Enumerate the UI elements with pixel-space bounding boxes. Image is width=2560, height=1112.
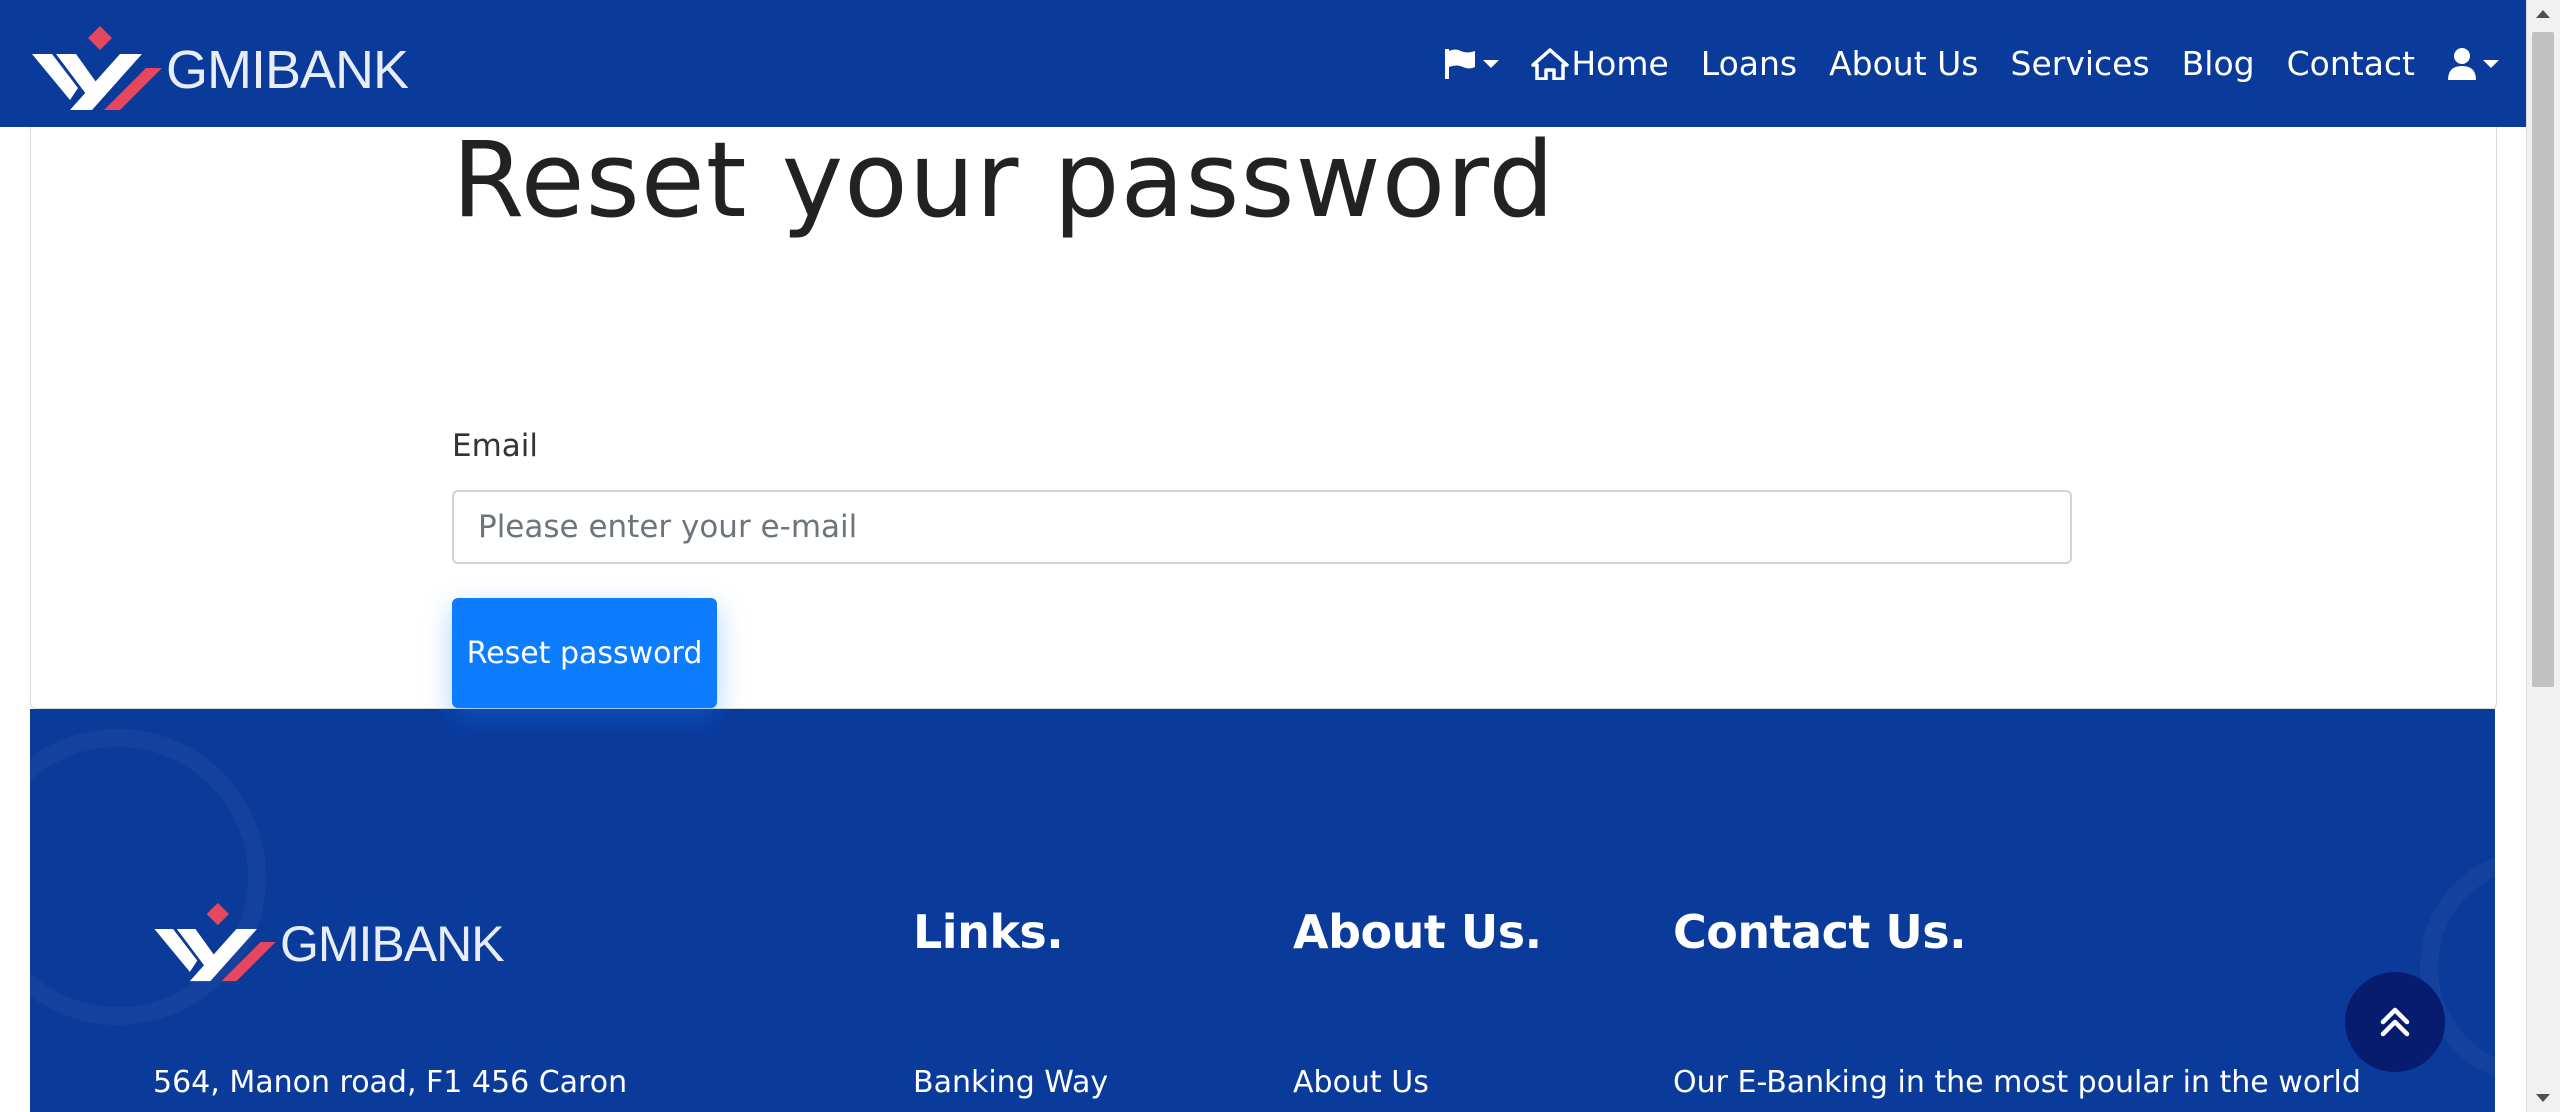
email-field[interactable] [452,490,2072,564]
page-scrollbar[interactable] [2526,0,2560,1112]
chevron-down-icon [1483,59,1500,68]
main-nav: Home Loans About Us Services Blog Contac… [1411,0,2499,127]
page-title: Reset your password [452,119,1556,241]
scroll-down-arrow-icon[interactable] [2536,1094,2550,1102]
footer-links-heading: Links. [913,905,1064,959]
footer: GMIBANK 564, Manon road, F1 456 Caron Li… [30,709,2495,1112]
brand-name: GMIBANK [166,40,409,100]
home-icon [1531,47,1570,80]
double-chevron-up-icon [2380,1007,2410,1037]
scroll-up-arrow-icon[interactable] [2536,10,2550,18]
reset-password-button[interactable]: Reset password [452,598,717,708]
footer-about-heading: About Us. [1293,905,1542,959]
footer-contact-text: Our E-Banking in the most poular in the … [1673,1065,2361,1100]
nav-services[interactable]: Services [2011,44,2150,83]
scroll-to-top-button[interactable] [2345,972,2445,1072]
email-label: Email [452,428,539,464]
flag-icon [1445,48,1476,79]
scrollbar-thumb[interactable] [2532,32,2554,687]
language-dropdown[interactable] [1443,47,1500,81]
gmibank-logo-icon [32,26,162,110]
gmibank-logo-icon [154,902,276,982]
nav-loans[interactable]: Loans [1701,44,1797,83]
footer-link-banking-way[interactable]: Banking Way [913,1065,1108,1100]
account-dropdown[interactable] [2447,47,2499,81]
user-icon [2448,47,2476,80]
nav-blog[interactable]: Blog [2182,44,2255,83]
top-navbar: GMIBANK Home Loans About Us Services Blo… [0,0,2527,127]
footer-contact-heading: Contact Us. [1673,905,1967,959]
nav-contact[interactable]: Contact [2287,44,2415,83]
nav-home[interactable]: Home [1531,44,1669,83]
footer-link-about-us[interactable]: About Us [1293,1065,1429,1100]
footer-brand-logo[interactable]: GMIBANK [152,901,505,983]
nav-about-us[interactable]: About Us [1829,44,1978,83]
nav-home-label: Home [1571,44,1669,83]
chevron-down-icon [2483,59,2499,68]
footer-address: 564, Manon road, F1 456 Caron [153,1065,628,1100]
brand-logo[interactable]: GMIBANK [30,24,409,112]
footer-brand-name: GMIBANK [280,916,505,972]
